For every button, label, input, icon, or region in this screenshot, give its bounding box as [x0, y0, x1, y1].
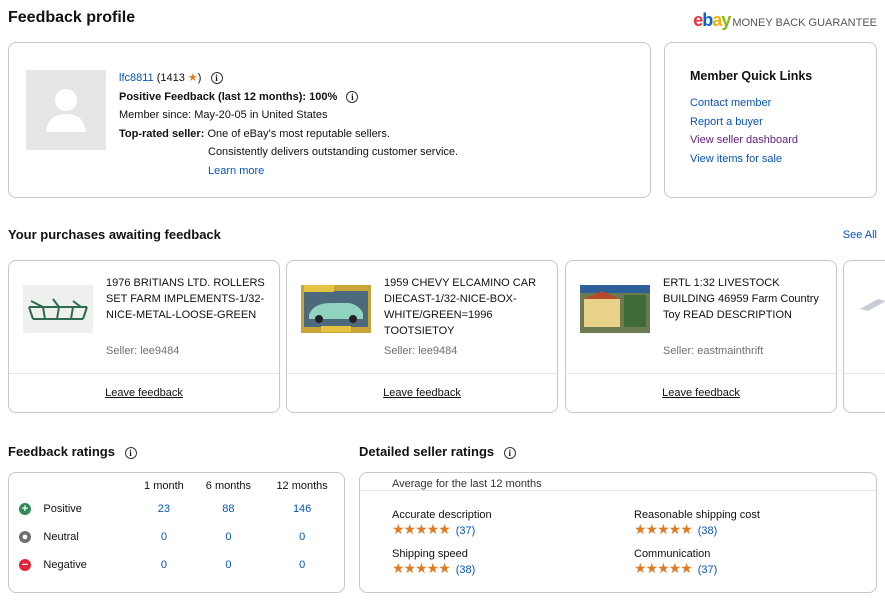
divider: [9, 373, 279, 374]
item-seller: Seller: lee9484: [384, 345, 458, 357]
seller-dashboard-link[interactable]: View seller dashboard: [690, 134, 798, 146]
leave-feedback-button[interactable]: Leave feedback: [9, 387, 279, 399]
divider: [566, 373, 836, 374]
purchase-card: 1959 CHEVY ELCAMINO CAR DIECAST-1/32-NIC…: [286, 260, 558, 413]
dsr-item: Reasonable shipping cost ★★★★★ (38): [634, 509, 760, 538]
dsr-label: Reasonable shipping cost: [634, 509, 760, 521]
neutral-icon: ●: [19, 531, 31, 543]
username-link[interactable]: lfc8811: [119, 72, 154, 84]
user-silhouette-icon: [46, 89, 86, 132]
table-row: − Negative 0 0 0: [19, 551, 344, 579]
top-rated-text: One of eBay's most reputable sellers.: [207, 127, 390, 140]
report-buyer-link[interactable]: Report a buyer: [690, 116, 763, 128]
positive-icon: +: [19, 503, 31, 515]
purchase-card: 1976 BRITIANS LTD. ROLLERS SET FARM IMPL…: [8, 260, 280, 413]
page-title: Feedback profile: [8, 9, 136, 26]
star-rating-icon: ★★★★★: [392, 521, 451, 537]
star-rating-icon: ★★★★★: [634, 560, 693, 576]
leave-feedback-button[interactable]: Leave feedback: [566, 387, 836, 399]
info-icon[interactable]: i: [503, 446, 516, 459]
info-icon[interactable]: i: [124, 446, 137, 459]
rating-count[interactable]: 0: [260, 551, 344, 579]
rating-count[interactable]: 0: [260, 523, 344, 551]
dsr-count: (37): [455, 525, 476, 537]
purchases-title: Your purchases awaiting feedback: [8, 227, 221, 242]
learn-more-link[interactable]: Learn more: [208, 165, 264, 177]
divider: [360, 490, 876, 491]
item-thumbnail[interactable]: [23, 285, 93, 333]
rating-count[interactable]: 146: [260, 495, 344, 523]
row-label: Negative: [43, 559, 87, 571]
dsr-item: Accurate description ★★★★★ (37): [392, 509, 492, 538]
rating-count[interactable]: 23: [131, 495, 196, 523]
dsr-item: Communication ★★★★★ (37): [634, 548, 717, 577]
item-seller: Seller: lee9484: [106, 345, 180, 357]
dsr-subtitle: Average for the last 12 months: [392, 478, 542, 490]
item-thumbnail[interactable]: [301, 285, 371, 333]
row-label: Neutral: [43, 531, 79, 543]
rating-count[interactable]: 0: [197, 523, 261, 551]
leave-feedback-button[interactable]: Leave feedback: [287, 387, 557, 399]
feedback-ratings-table: 1 month 6 months 12 months + Positive 23…: [19, 477, 344, 579]
quick-links-card: Member Quick Links Contact member Report…: [664, 42, 877, 198]
feedback-ratings-card: 1 month 6 months 12 months + Positive 23…: [8, 472, 345, 593]
ebay-logo: ebay: [693, 10, 731, 30]
rating-count[interactable]: 88: [197, 495, 261, 523]
dsr-count: (38): [697, 525, 718, 537]
rating-count[interactable]: 0: [131, 523, 196, 551]
rating-count[interactable]: 0: [131, 551, 196, 579]
see-all-link[interactable]: See All: [843, 229, 877, 241]
table-row: ● Neutral 0 0 0: [19, 523, 344, 551]
dsr-count: (38): [455, 564, 476, 576]
dsr-item: Shipping speed ★★★★★ (38): [392, 548, 475, 577]
top-rated-text-2: Consistently delivers outstanding custom…: [208, 146, 459, 158]
mbg-text: MONEY BACK GUARANTEE: [732, 17, 877, 29]
money-back-guarantee-badge[interactable]: ebay MONEY BACK GUARANTEE: [693, 10, 877, 31]
item-thumbnail[interactable]: [858, 295, 885, 315]
divider: [287, 373, 557, 374]
profile-info: lfc8811 (1413 ★) i Positive Feedback (la…: [119, 69, 458, 180]
rating-count[interactable]: 0: [197, 551, 261, 579]
dsr-label: Accurate description: [392, 509, 492, 521]
positive-feedback-value: 100%: [309, 90, 338, 103]
item-title[interactable]: 1959 CHEVY ELCAMINO CAR DIECAST-1/32-NIC…: [384, 275, 545, 339]
avatar: [26, 70, 106, 150]
items-for-sale-link[interactable]: View items for sale: [690, 153, 782, 165]
row-label: Positive: [43, 503, 82, 515]
star-rating-icon: ★★★★★: [634, 521, 693, 537]
quick-links-title: Member Quick Links: [690, 69, 813, 83]
detailed-ratings-card: Average for the last 12 months Accurate …: [359, 472, 877, 593]
star-icon: ★: [187, 72, 198, 84]
profile-card: lfc8811 (1413 ★) i Positive Feedback (la…: [8, 42, 651, 198]
purchase-card: ERTL 1:32 LIVESTOCK BUILDING 46959 Farm …: [565, 260, 837, 413]
feedback-score: (1413 ★): [156, 72, 202, 84]
dsr-label: Communication: [634, 548, 711, 560]
item-thumbnail[interactable]: [580, 285, 650, 333]
column-header: 1 month: [144, 480, 184, 492]
item-title[interactable]: 1976 BRITIANS LTD. ROLLERS SET FARM IMPL…: [106, 275, 267, 323]
dsr-count: (37): [697, 564, 718, 576]
star-rating-icon: ★★★★★: [392, 560, 451, 576]
column-header: 12 months: [276, 480, 328, 492]
feedback-ratings-title: Feedback ratings i: [8, 444, 137, 459]
contact-member-link[interactable]: Contact member: [690, 97, 771, 109]
dsr-label: Shipping speed: [392, 548, 468, 560]
info-icon[interactable]: i: [210, 72, 223, 85]
negative-icon: −: [19, 559, 31, 571]
table-row: + Positive 23 88 146: [19, 495, 344, 523]
positive-feedback-label: Positive Feedback (last 12 months):: [119, 90, 307, 103]
item-seller: Seller: eastmainthrift: [663, 345, 764, 357]
top-rated-label: Top-rated seller:: [119, 127, 205, 140]
detailed-ratings-title: Detailed seller ratings i: [359, 444, 516, 459]
item-title[interactable]: ERTL 1:32 LIVESTOCK BUILDING 46959 Farm …: [663, 275, 824, 323]
member-since: Member since: May-20-05 in United States: [119, 109, 328, 121]
info-icon[interactable]: i: [346, 90, 359, 103]
column-header: 6 months: [205, 480, 252, 492]
divider: [844, 373, 885, 374]
purchase-card-partial: [843, 260, 885, 413]
